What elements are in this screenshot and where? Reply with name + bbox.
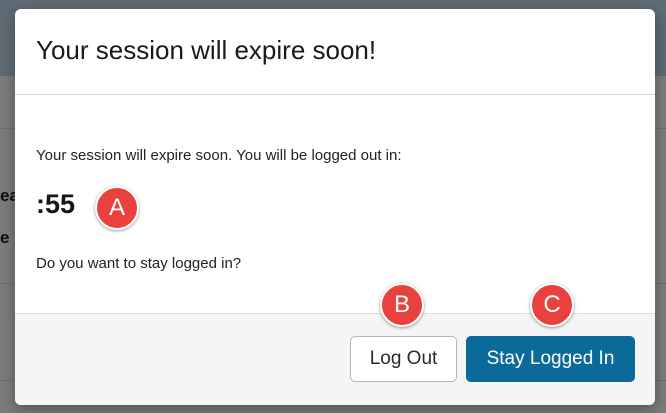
annotation-marker-a: A: [95, 186, 139, 230]
expiry-message: Your session will expire soon. You will …: [36, 147, 402, 164]
countdown-timer: :55: [36, 189, 76, 219]
log-out-button[interactable]: Log Out: [350, 336, 457, 382]
dialog-title: Your session will expire soon!: [36, 35, 377, 65]
stay-logged-in-button[interactable]: Stay Logged In: [466, 336, 635, 382]
annotation-marker-b: B: [380, 283, 424, 327]
dialog-footer: Log Out Stay Logged In: [15, 313, 655, 405]
annotation-marker-c: C: [530, 283, 574, 327]
stay-question: Do you want to stay logged in?: [36, 255, 242, 272]
dialog-header: Your session will expire soon!: [15, 9, 655, 95]
